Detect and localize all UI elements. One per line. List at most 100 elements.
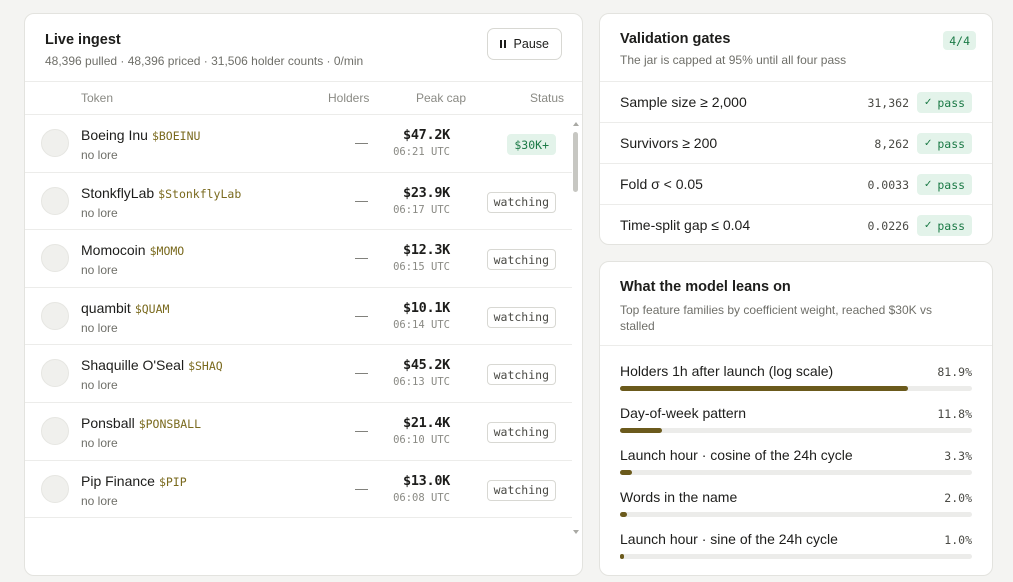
token-holders: — — [355, 135, 368, 150]
column-header-holders: Holders — [328, 91, 370, 105]
token-peak-cap: $13.0K 06:08 UTC — [393, 473, 450, 504]
token-row[interactable]: Momocoin $MOMO no lore — $12.3K 06:15 UTC watc… — [25, 230, 572, 288]
token-peak-cap: $23.9K 06:17 UTC — [393, 185, 450, 216]
pass-label: pass — [937, 177, 966, 192]
pause-button-label: Pause — [513, 37, 549, 51]
token-name: Shaquille O'Seal $SHAQ — [81, 357, 223, 373]
peak-cap-time: 06:14 UTC — [393, 318, 450, 331]
token-lore: no lore — [81, 320, 118, 335]
gate-value: 8,262 — [874, 137, 909, 151]
gate-row: Sample size ≥ 2,000 31,362 ✓ pass — [600, 81, 992, 122]
model-leans-title: What the model leans on — [620, 279, 791, 295]
gate-value: 31,362 — [867, 96, 909, 110]
status-badge: watching — [486, 479, 556, 501]
token-row[interactable]: Shaquille O'Seal $SHAQ no lore — $45.2K 06:13… — [25, 345, 572, 403]
feature-percent: 2.0% — [944, 491, 972, 505]
token-holders: — — [355, 307, 368, 323]
token-peak-cap: $21.4K 06:10 UTC — [393, 415, 450, 446]
feature-bar-track — [620, 512, 972, 517]
gate-label: Survivors ≥ 200 — [620, 135, 718, 151]
token-row[interactable]: Pip Finance $PIP no lore — $13.0K 06:08 UTC wa… — [25, 461, 572, 519]
pass-badge: ✓ pass — [917, 215, 972, 236]
scroll-thumb[interactable] — [573, 132, 578, 192]
feature-label: Day-of-week pattern — [620, 405, 747, 421]
feature-row: Words in the name 2.0% — [620, 489, 972, 531]
token-name-text: Pip Finance — [81, 472, 155, 489]
token-peak-cap: $10.1K 06:14 UTC — [393, 300, 450, 331]
pass-badge: ✓ pass — [917, 133, 972, 154]
token-ticker: $BOEINU — [151, 129, 201, 143]
feature-percent: 1.0% — [944, 533, 972, 547]
feature-label: Launch hour · cosine of the 24h cycle — [620, 447, 853, 463]
peak-cap-time: 06:13 UTC — [393, 376, 450, 389]
token-row[interactable]: Boeing Inu $BOEINU no lore — $47.2K 06:21 UTC… — [25, 115, 572, 173]
token-avatar — [41, 474, 69, 503]
token-peak-cap: $47.2K 06:21 UTC — [393, 127, 450, 158]
feature-bar-fill — [620, 386, 909, 391]
token-lore: no lore — [81, 493, 118, 508]
token-peak-cap: $12.3K 06:15 UTC — [393, 242, 450, 273]
feature-bar-track — [620, 470, 972, 475]
feature-weights-list: Holders 1h after launch (log scale) 81.9%… — [620, 363, 972, 573]
feature-bar-track — [620, 386, 972, 391]
feature-bar-fill — [620, 470, 632, 475]
token-avatar — [41, 416, 69, 445]
token-name: StonkflyLab $StonkflyLab — [81, 185, 241, 201]
check-icon: ✓ — [923, 220, 933, 231]
peak-cap-value: $23.9K — [403, 184, 450, 201]
status-badge: watching — [486, 364, 556, 386]
token-row[interactable]: Ponsball $PONSBALL no lore — $21.4K 06:10 UTC… — [25, 403, 572, 461]
validation-gates-header: Validation gates The jar is capped at 95… — [620, 31, 976, 81]
token-lore: no lore — [81, 148, 118, 162]
token-ticker: $SHAQ — [188, 359, 223, 374]
column-header-status: Status — [530, 91, 565, 105]
feature-percent: 11.8% — [937, 407, 972, 421]
pause-icon — [499, 40, 506, 48]
gate-row: Time-split gap ≤ 0.04 0.0226 ✓ pass — [600, 204, 992, 244]
pause-button[interactable]: Pause — [486, 28, 562, 60]
status-badge: $30K+ — [507, 134, 556, 155]
feature-row: Day-of-week pattern 11.8% — [620, 405, 972, 447]
feature-percent: 3.3% — [944, 449, 972, 463]
token-row[interactable]: StonkflyLab $StonkflyLab no lore — $23.9K 06:… — [25, 173, 572, 231]
token-name-text: Ponsball — [81, 414, 135, 431]
peak-cap-value: $10.1K — [403, 299, 450, 316]
model-leans-header: What the model leans on Top feature fami… — [620, 279, 972, 334]
pass-label: pass — [937, 136, 966, 151]
scroll-down-arrow-icon[interactable] — [573, 530, 579, 534]
gate-value: 0.0033 — [867, 178, 909, 192]
feature-bar-track — [620, 428, 972, 433]
token-row[interactable]: quambit $QUAM no lore — $10.1K 06:14 UTC watch… — [25, 288, 572, 346]
feature-bar-fill — [620, 512, 628, 517]
live-ingest-title: Live ingest — [45, 32, 121, 48]
peak-cap-time: 06:10 UTC — [393, 433, 450, 446]
token-name: Pip Finance $PIP — [81, 473, 187, 489]
gate-row: Survivors ≥ 200 8,262 ✓ pass — [600, 122, 992, 163]
pass-badge: ✓ pass — [917, 92, 972, 113]
feature-row: Launch hour · cosine of the 24h cycle 3.3… — [620, 447, 972, 489]
token-ticker: $PIP — [158, 474, 187, 489]
check-icon: ✓ — [923, 179, 933, 190]
token-holders: — — [355, 250, 368, 266]
gate-label: Time-split gap ≤ 0.04 — [620, 217, 751, 233]
gates-list: Sample size ≥ 2,000 31,362 ✓ pass Survivors … — [600, 81, 992, 244]
token-name-text: quambit — [81, 299, 131, 316]
token-avatar — [41, 359, 69, 388]
column-header-token: Token — [81, 91, 114, 105]
token-name-text: Shaquille O'Seal — [81, 357, 185, 374]
check-icon: ✓ — [923, 97, 933, 108]
status-badge: watching — [486, 249, 556, 271]
token-avatar — [41, 244, 69, 273]
token-lore: no lore — [81, 435, 118, 450]
token-list-scrollbar[interactable] — [572, 122, 580, 534]
token-name-text: Momocoin — [81, 242, 146, 259]
peak-cap-time: 06:15 UTC — [393, 261, 450, 274]
peak-cap-value: $45.2K — [403, 357, 450, 374]
token-list: Boeing Inu $BOEINU no lore — $47.2K 06:21 UTC… — [25, 115, 572, 519]
token-ticker: $StonkflyLab — [158, 186, 242, 201]
check-icon: ✓ — [923, 138, 933, 149]
scroll-up-arrow-icon[interactable] — [573, 122, 579, 126]
token-avatar — [41, 301, 69, 330]
token-name: Ponsball $PONSBALL — [81, 415, 201, 431]
feature-bar-fill — [620, 554, 624, 559]
